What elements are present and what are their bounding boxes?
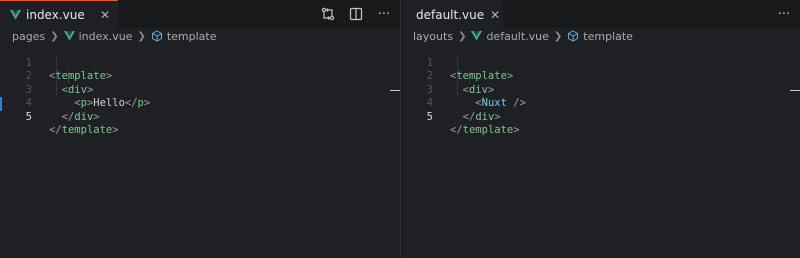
left-editor-pane: index.vue ✕ ··· pages ❯ index.vue ❯ temp… [0,0,401,258]
vue-icon [471,31,483,41]
right-editor-actions: ··· [776,0,792,28]
breadcrumb-file[interactable]: default.vue [486,30,548,43]
symbol-class-icon [151,30,162,42]
chevron-right-icon: ❯ [553,30,563,42]
breadcrumb-folder[interactable]: pages [12,30,45,43]
tab-default-vue[interactable]: default.vue ✕ [401,0,503,28]
split-editor-icon[interactable] [348,6,364,22]
code-line: 5 </template> [0,97,400,137]
code-editor[interactable]: 1 <template> 2 <div> 3 <Nuxt /> 4 </div>… [401,43,800,258]
code-line: 3 <p>Hello</p> [0,70,400,110]
compare-changes-icon[interactable] [320,6,336,22]
code-line: 1 <template> [0,43,400,83]
right-editor-pane: default.vue ✕ ··· layouts ❯ default.vue … [401,0,800,258]
breadcrumb-symbol[interactable]: template [167,30,217,43]
left-editor-actions: ··· [320,0,392,28]
chevron-right-icon: ❯ [50,30,59,42]
overview-ruler-cursor-mark [390,90,400,91]
breadcrumb-folder[interactable]: layouts [413,30,453,43]
code-line: 3 <Nuxt /> [401,70,800,110]
right-tab-bar: default.vue ✕ ··· [401,0,800,28]
code-line: 2 <div> [0,57,400,96]
code-line: 2 <div> [401,57,800,96]
code-line: 1 <template> [401,43,800,83]
breadcrumb: layouts ❯ default.vue ❯ template [413,29,633,43]
breadcrumb: pages ❯ index.vue ❯ template [12,29,217,43]
chevron-right-icon: ❯ [137,30,146,42]
left-tab-bar: index.vue ✕ ··· [0,0,400,28]
vue-icon [10,9,21,19]
code-line: 5 </template> [401,97,800,137]
line-number-active: 5 [25,110,32,123]
line-number-active: 5 [426,110,433,123]
more-actions-icon[interactable]: ··· [776,6,792,22]
editor-group: index.vue ✕ ··· pages ❯ index.vue ❯ temp… [0,0,800,258]
vue-icon [63,31,75,41]
tab-label: index.vue [26,7,85,22]
close-icon[interactable]: ✕ [100,9,110,21]
close-icon[interactable]: ✕ [490,9,500,21]
tab-label: default.vue [416,7,485,22]
more-actions-icon[interactable]: ··· [376,6,392,22]
code-editor[interactable]: 1 <template> 2 <div> 3 <p>Hello</p> 4 </… [0,43,400,258]
chevron-right-icon: ❯ [458,30,467,42]
code-line: 4 </div> [0,84,400,123]
overview-ruler-cursor-mark [790,90,800,91]
tab-index-vue[interactable]: index.vue ✕ [0,0,118,28]
breadcrumb-symbol[interactable]: template [583,30,633,43]
code-line: 4 </div> [401,84,800,123]
breadcrumb-file[interactable]: index.vue [79,30,133,43]
symbol-class-icon [568,30,579,42]
